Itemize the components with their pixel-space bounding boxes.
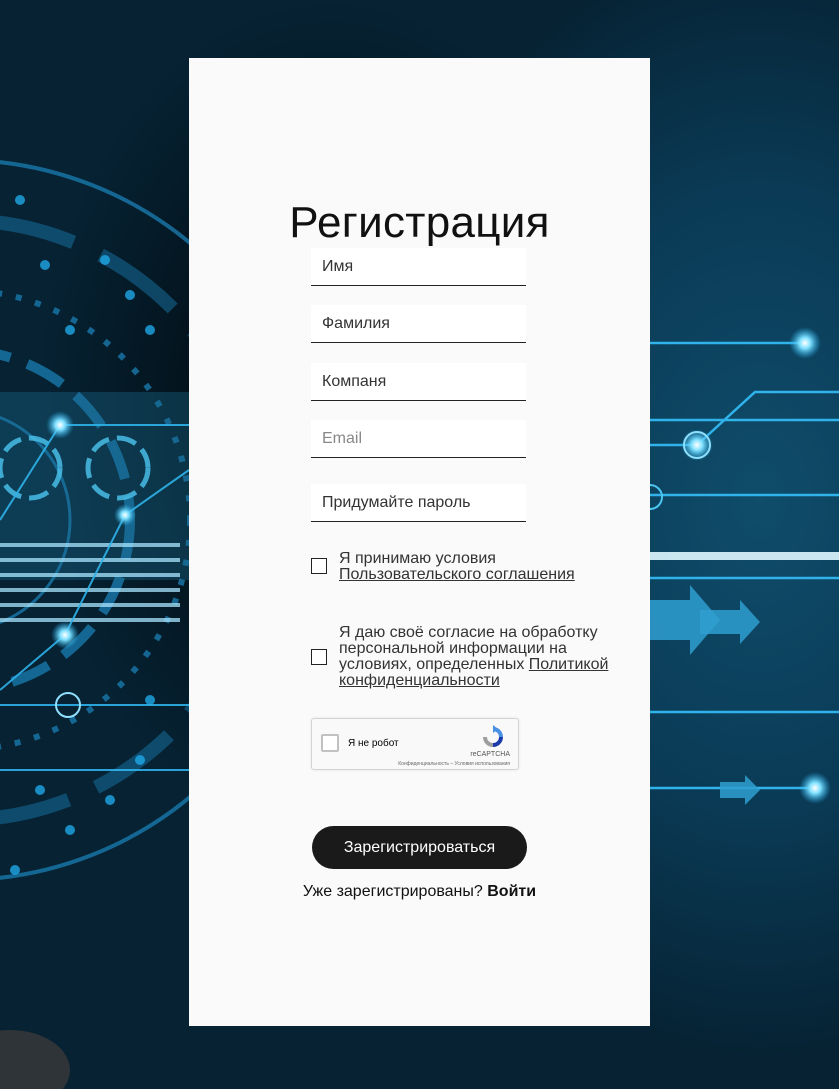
password-field[interactable]: [311, 484, 526, 522]
terms-checkbox[interactable]: [311, 558, 327, 574]
recaptcha-terms[interactable]: Конфиденциальность – Условия использован…: [398, 761, 510, 767]
recaptcha-brand: reCAPTCHA: [470, 751, 510, 758]
last-name-field[interactable]: [311, 305, 526, 343]
terms-label: Я принимаю условия Пользовательского сог…: [339, 551, 629, 583]
already-registered-text: Уже зарегистрированы?: [302, 883, 483, 900]
recaptcha-checkbox[interactable]: [321, 734, 339, 752]
register-button[interactable]: Зарегистрироваться: [312, 826, 527, 869]
recaptcha-widget: Я не робот reCAPTCHA Конфиденциальность …: [311, 718, 519, 770]
registration-card: Регистрация: [189, 58, 650, 1026]
terms-label-text: Я принимаю условия: [339, 550, 496, 567]
recaptcha-logo-icon: [483, 725, 503, 747]
privacy-checkbox[interactable]: [311, 649, 327, 665]
first-name-field[interactable]: [311, 248, 526, 286]
page-title: Регистрация: [289, 198, 550, 247]
privacy-label: Я даю своё согласие на обработку персона…: [339, 625, 624, 689]
user-agreement-link[interactable]: Пользовательского соглашения: [339, 566, 575, 583]
email-field[interactable]: [311, 420, 526, 458]
login-link[interactable]: Войти: [487, 883, 536, 900]
recaptcha-label: Я не робот: [348, 738, 399, 749]
company-field[interactable]: [311, 363, 526, 401]
login-prompt: Уже зарегистрированы? Войти: [0, 883, 839, 901]
